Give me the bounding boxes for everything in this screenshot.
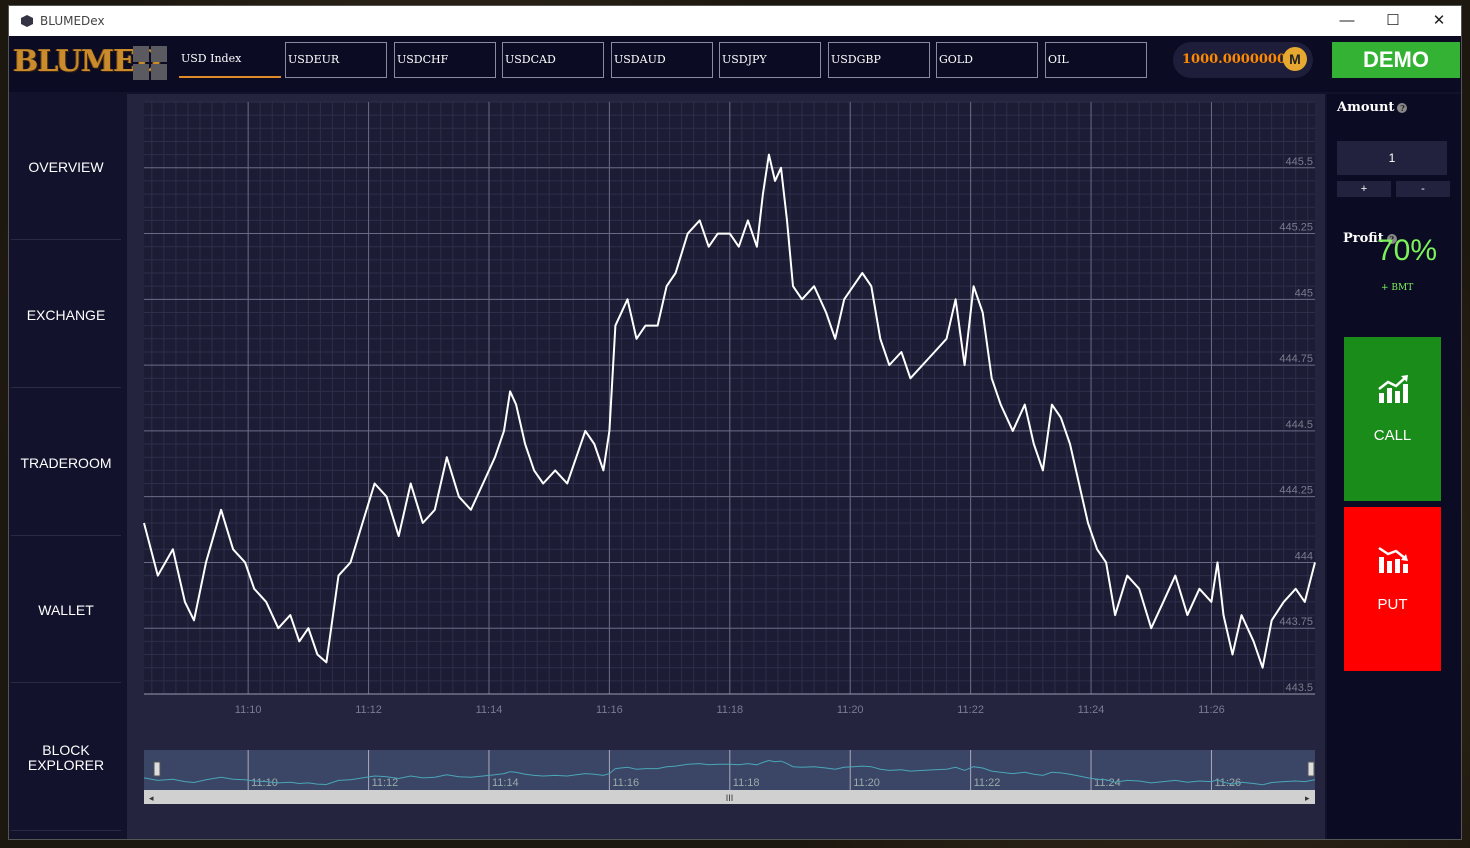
put-label: PUT: [1377, 596, 1408, 613]
balance-pill: 1000.00000000 M: [1173, 42, 1313, 78]
sidebar-item-label: OVERVIEW: [28, 158, 104, 175]
profit-value: 70%: [1377, 234, 1438, 267]
tab-usdchf[interactable]: USDCHF: [394, 42, 496, 78]
y-tick-label: 444.75: [1279, 353, 1313, 365]
coin-icon: M: [1283, 47, 1307, 71]
chart-down-icon: [1378, 546, 1408, 573]
sidebar-item-block-explorer[interactable]: BLOCK EXPLORER: [11, 685, 121, 831]
help-icon[interactable]: ?: [1397, 102, 1408, 113]
x-tick-label: 11:10: [235, 704, 262, 716]
sidebar-item-exchange[interactable]: EXCHANGE: [11, 242, 121, 388]
amount-minus-button[interactable]: -: [1396, 181, 1450, 197]
y-tick-label: 445: [1295, 287, 1313, 299]
navigator-tick-label: 11:20: [853, 777, 880, 789]
x-tick-label: 11:16: [596, 704, 623, 716]
price-chart[interactable]: 11:10 11:12 11:14 11:16 11:18 11:20 11:22 11:24…: [127, 94, 1325, 744]
sidebar-item-wallet[interactable]: WALLET: [11, 537, 121, 683]
x-tick-label: 11:20: [837, 704, 864, 716]
scroll-left-arrow[interactable]: ◂: [149, 793, 154, 803]
profit-unit: + BMT: [1381, 283, 1414, 293]
minimize-button[interactable]: —: [1324, 6, 1370, 36]
y-tick-label: 444.25: [1279, 485, 1313, 497]
sidebar: OVERVIEW EXCHANGE TRADEROOM WALLET BLOCK…: [9, 94, 121, 839]
amount-label: Amount: [1337, 100, 1395, 115]
window-title: BLUMEDex: [40, 14, 105, 28]
put-button[interactable]: PUT: [1344, 507, 1441, 671]
tab-usdjpy[interactable]: USDJPY: [719, 42, 821, 78]
sidebar-item-label: EXCHANGE: [26, 306, 106, 323]
x-tick-label: 11:18: [716, 704, 743, 716]
sidebar-item-traderoom[interactable]: TRADEROOM: [11, 390, 121, 536]
scroll-right-arrow[interactable]: ▸: [1305, 793, 1310, 803]
navigator-tick-label: 11:14: [492, 777, 519, 789]
title-bar: BLUMEDex — ☐ ✕: [9, 6, 1461, 36]
logo: BLUMED: [13, 44, 161, 79]
tab-usdgbp[interactable]: USDGBP: [828, 42, 930, 78]
chart-navigator[interactable]: 11:10 11:12 11:14 11:16 11:18 11:20 11:22 11:24…: [127, 744, 1325, 812]
x-tick-label: 11:22: [957, 704, 984, 716]
y-tick-label: 444.5: [1285, 419, 1313, 431]
y-tick-label: 445.5: [1285, 156, 1313, 168]
amount-input[interactable]: 1: [1337, 141, 1447, 175]
app-window: BLUMEDex — ☐ ✕ BLUMED USD Index USDEUR U…: [8, 5, 1462, 840]
tab-usdcad[interactable]: USDCAD: [502, 42, 604, 78]
x-tick-label: 11:12: [355, 704, 382, 716]
y-tick-label: 445.25: [1279, 222, 1313, 234]
amount-plus-button[interactable]: +: [1337, 181, 1391, 197]
call-label: CALL: [1373, 427, 1412, 444]
grid-menu-icon[interactable]: [133, 46, 167, 80]
x-tick-label: 11:24: [1078, 704, 1105, 716]
sidebar-item-overview[interactable]: OVERVIEW: [11, 94, 121, 240]
tab-usdeur[interactable]: USDEUR: [285, 42, 387, 78]
tab-gold[interactable]: GOLD: [936, 42, 1038, 78]
sidebar-item-label: BLOCK EXPLORER: [27, 741, 105, 773]
x-tick-label: 11:14: [476, 704, 503, 716]
tab-usdaud[interactable]: USDAUD: [611, 42, 713, 78]
sidebar-item-label: WALLET: [38, 601, 94, 618]
navigator-tick-label: 11:16: [612, 777, 639, 789]
navigator-handle-left[interactable]: [153, 761, 161, 777]
navigator-tick-label: 11:22: [974, 777, 1001, 789]
maximize-button[interactable]: ☐: [1370, 6, 1416, 36]
call-button[interactable]: CALL: [1344, 337, 1441, 501]
tab-usd-index[interactable]: USD Index: [179, 42, 281, 78]
navigator-tick-label: 11:10: [251, 777, 278, 789]
navigator-tick-label: 11:18: [733, 777, 760, 789]
y-tick-label: 443.75: [1279, 616, 1313, 628]
app-icon: [21, 15, 33, 27]
x-tick-label: 11:26: [1198, 704, 1225, 716]
close-button[interactable]: ✕: [1416, 6, 1461, 36]
amount-label-wrap: Amount?: [1337, 100, 1408, 115]
tab-oil[interactable]: OIL: [1045, 42, 1147, 78]
balance-value: 1000.00000000: [1182, 52, 1296, 67]
y-tick-label: 444: [1295, 550, 1313, 562]
trade-panel: Amount? 1 + - Profit? 70% + BMT CALL PUT: [1327, 94, 1461, 839]
chart-up-icon: [1378, 375, 1408, 403]
chart-area: 11:10 11:12 11:14 11:16 11:18 11:20 11:22 11:24…: [127, 94, 1325, 839]
navigator-handle-right[interactable]: [1307, 761, 1315, 777]
top-bar: BLUMED USD Index USDEUR USDCHF USDCAD US…: [9, 36, 1461, 92]
y-tick-label: 443.5: [1285, 682, 1313, 694]
scroll-grip[interactable]: III: [726, 793, 734, 803]
navigator-tick-label: 11:12: [372, 777, 399, 789]
demo-button[interactable]: DEMO: [1332, 42, 1460, 78]
sidebar-item-label: TRADEROOM: [20, 454, 112, 471]
